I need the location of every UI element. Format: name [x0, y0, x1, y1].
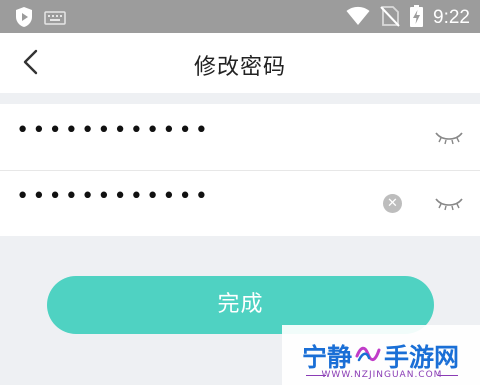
clear-icon[interactable]: ✕ — [383, 194, 402, 213]
shield-play-icon — [14, 6, 34, 32]
watermark-logo-icon — [355, 340, 381, 372]
page-title: 修改密码 — [193, 55, 286, 80]
watermark-brand-left: 宁静 — [302, 343, 353, 372]
password-value-1[interactable]: •••••••••••• — [16, 118, 211, 143]
watermark-brand: 宁静 手游网 — [302, 338, 459, 374]
watermark-rule-right — [438, 375, 458, 376]
keyboard-icon — [44, 10, 66, 29]
battery-charging-icon — [410, 5, 424, 31]
password-value-2[interactable]: •••••••••••• — [16, 184, 211, 209]
status-time: 9:22 — [433, 7, 470, 28]
no-sim-icon — [380, 5, 400, 31]
password-field-1[interactable]: •••••••••••• — [0, 104, 480, 170]
wifi-icon — [346, 6, 370, 30]
status-bar: 9:22 — [0, 0, 480, 33]
password-field-2[interactable]: •••••••••••• ✕ — [0, 170, 480, 236]
eye-closed-icon[interactable] — [434, 129, 464, 145]
eye-closed-icon[interactable] — [434, 195, 464, 211]
watermark-brand-right: 手游网 — [384, 343, 460, 372]
watermark: 宁静 手游网 WWW.NZJINGUAN.COM — [282, 325, 480, 385]
password-form: •••••••••••• •••••••••••• ✕ — [0, 104, 480, 236]
header: 修改密码 — [0, 33, 480, 93]
